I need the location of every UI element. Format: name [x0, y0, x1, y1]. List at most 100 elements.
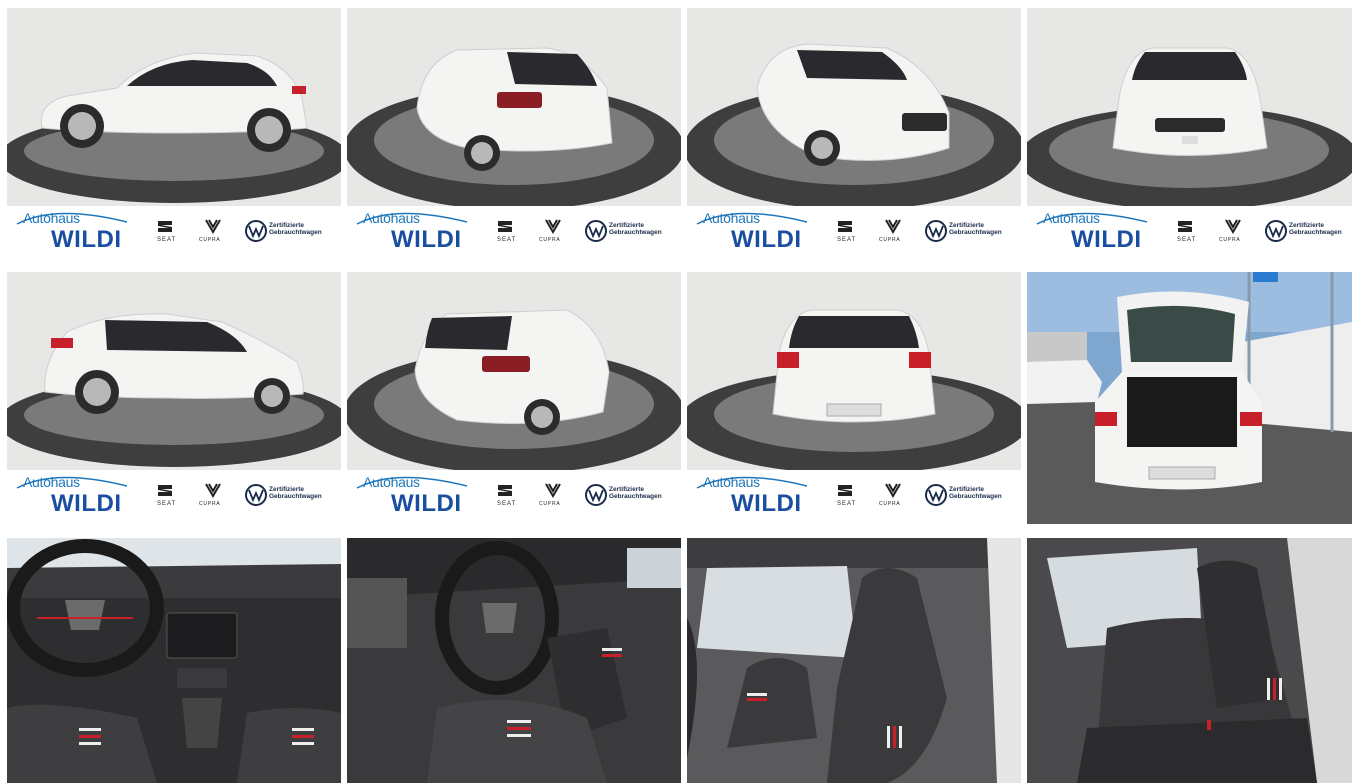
seat-brand-label: SEAT	[1177, 237, 1197, 243]
front-seats-image	[687, 538, 1021, 783]
seat-brand-label: SEAT	[837, 501, 857, 507]
seat-brand-label: SEAT	[497, 237, 517, 243]
dealer-name: WILDI	[51, 226, 122, 253]
certified-line-2: Gebrauchtwagen	[269, 493, 322, 500]
car-front-left-image	[687, 8, 1021, 210]
certified-line-1: Zertifizierte	[949, 486, 985, 493]
car-rear-left-image	[347, 8, 681, 210]
cupra-brand-label: CUPRA	[879, 501, 901, 507]
certified-line-2: Gebrauchtwagen	[1289, 229, 1342, 236]
photo-front-left[interactable]: Autohaus WILDI SEAT CUPRA Zertifizierte G…	[687, 8, 1021, 264]
dealer-prefix: Autohaus	[23, 474, 80, 490]
cupra-logo-icon	[545, 483, 561, 498]
vw-logo-icon	[585, 220, 607, 242]
cupra-logo-icon	[205, 483, 221, 498]
dealer-banner: Autohaus WILDI SEAT CUPRA Zertifizierte G…	[347, 206, 681, 264]
cupra-brand-label: CUPRA	[199, 501, 221, 507]
certified-line-1: Zertifizierte	[609, 486, 645, 493]
photo-driver-cockpit[interactable]	[347, 538, 681, 783]
photo-front[interactable]: Autohaus WILDI SEAT CUPRA Zertifizierte G…	[1027, 8, 1352, 264]
vw-logo-icon	[925, 484, 947, 506]
photo-front-seats[interactable]	[687, 538, 1021, 783]
cupra-brand-label: CUPRA	[539, 237, 561, 243]
rear-seats-image	[1027, 538, 1352, 783]
photo-rear-seats[interactable]	[1027, 538, 1352, 783]
seat-logo-icon	[158, 221, 172, 232]
seat-brand-label: SEAT	[157, 501, 177, 507]
certified-line-2: Gebrauchtwagen	[609, 229, 662, 236]
photo-side-right[interactable]: Autohaus WILDI SEAT CUPRA Zertifizierte G…	[7, 272, 341, 528]
photo-dashboard[interactable]	[7, 538, 341, 783]
dealer-prefix: Autohaus	[23, 210, 80, 226]
vw-logo-icon	[925, 220, 947, 242]
seat-logo-icon	[838, 221, 852, 232]
photo-open-trunk[interactable]	[1027, 272, 1352, 524]
dealer-name: WILDI	[391, 490, 462, 517]
certified-line-2: Gebrauchtwagen	[269, 229, 322, 236]
cupra-logo-icon	[545, 219, 561, 234]
certified-line-1: Zertifizierte	[1289, 222, 1325, 229]
cupra-brand-label: CUPRA	[199, 237, 221, 243]
car-rear-right-image	[347, 272, 681, 474]
car-side-left-image	[7, 8, 341, 210]
dealer-name: WILDI	[51, 490, 122, 517]
certified-label: Zertifizierte Gebrauchtwagen	[609, 222, 662, 236]
vw-logo-icon	[1265, 220, 1287, 242]
vw-logo-icon	[585, 484, 607, 506]
cupra-logo-icon	[1225, 219, 1241, 234]
certified-line-2: Gebrauchtwagen	[949, 229, 1002, 236]
dealer-prefix: Autohaus	[363, 210, 420, 226]
dealer-prefix: Autohaus	[703, 210, 760, 226]
certified-line-1: Zertifizierte	[949, 222, 985, 229]
dealer-banner: Autohaus WILDI SEAT CUPRA Zertifizierte G…	[1027, 206, 1352, 264]
photo-side-left[interactable]: Autohaus WILDI SEAT CUPRA Zertifizierte G…	[7, 8, 341, 264]
dealer-banner: Autohaus WILDI SEAT CUPRA Zertifizierte G…	[7, 206, 341, 264]
dealer-banner: Autohaus WILDI SEAT CUPRA Zertifizierte G…	[347, 470, 681, 528]
cupra-logo-icon	[885, 483, 901, 498]
certified-line-1: Zertifizierte	[269, 486, 305, 493]
seat-logo-icon	[838, 485, 852, 496]
photo-rear-right[interactable]: Autohaus WILDI SEAT CUPRA Zertifizierte G…	[347, 272, 681, 528]
certified-label: Zertifizierte Gebrauchtwagen	[949, 486, 1002, 500]
dealer-banner: Autohaus WILDI SEAT CUPRA Zertifizierte G…	[687, 206, 1021, 264]
seat-brand-label: SEAT	[157, 237, 177, 243]
vw-logo-icon	[245, 220, 267, 242]
certified-label: Zertifizierte Gebrauchtwagen	[609, 486, 662, 500]
dealer-banner: Autohaus WILDI SEAT CUPRA Zertifizierte G…	[687, 470, 1021, 528]
seat-brand-label: SEAT	[837, 237, 857, 243]
seat-brand-label: SEAT	[497, 501, 517, 507]
seat-logo-icon	[1178, 221, 1192, 232]
seat-logo-icon	[498, 485, 512, 496]
certified-line-1: Zertifizierte	[269, 222, 305, 229]
certified-line-2: Gebrauchtwagen	[609, 493, 662, 500]
dealer-prefix: Autohaus	[363, 474, 420, 490]
dealer-name: WILDI	[391, 226, 462, 253]
dealer-banner: Autohaus WILDI SEAT CUPRA Zertifizierte G…	[7, 470, 341, 528]
cupra-brand-label: CUPRA	[539, 501, 561, 507]
car-side-right-image	[7, 272, 341, 474]
seat-logo-icon	[498, 221, 512, 232]
dealer-name: WILDI	[1071, 226, 1142, 253]
photo-rear[interactable]: Autohaus WILDI SEAT CUPRA Zertifizierte G…	[687, 272, 1021, 528]
cupra-logo-icon	[205, 219, 221, 234]
dealer-name: WILDI	[731, 226, 802, 253]
vw-logo-icon	[245, 484, 267, 506]
driver-cockpit-image	[347, 538, 681, 783]
dashboard-image	[7, 538, 341, 783]
certified-line-1: Zertifizierte	[609, 222, 645, 229]
seat-logo-icon	[158, 485, 172, 496]
certified-label: Zertifizierte Gebrauchtwagen	[269, 222, 322, 236]
cupra-brand-label: CUPRA	[1219, 237, 1241, 243]
car-rear-image	[687, 272, 1021, 474]
dealer-name: WILDI	[731, 490, 802, 517]
cupra-brand-label: CUPRA	[879, 237, 901, 243]
dealer-prefix: Autohaus	[703, 474, 760, 490]
car-front-image	[1027, 8, 1352, 210]
certified-label: Zertifizierte Gebrauchtwagen	[1289, 222, 1342, 236]
cupra-logo-icon	[885, 219, 901, 234]
dealer-prefix: Autohaus	[1043, 210, 1100, 226]
photo-rear-left[interactable]: Autohaus WILDI SEAT CUPRA Zertifizierte G…	[347, 8, 681, 264]
certified-line-2: Gebrauchtwagen	[949, 493, 1002, 500]
certified-label: Zertifizierte Gebrauchtwagen	[269, 486, 322, 500]
car-open-trunk-image	[1027, 272, 1352, 524]
